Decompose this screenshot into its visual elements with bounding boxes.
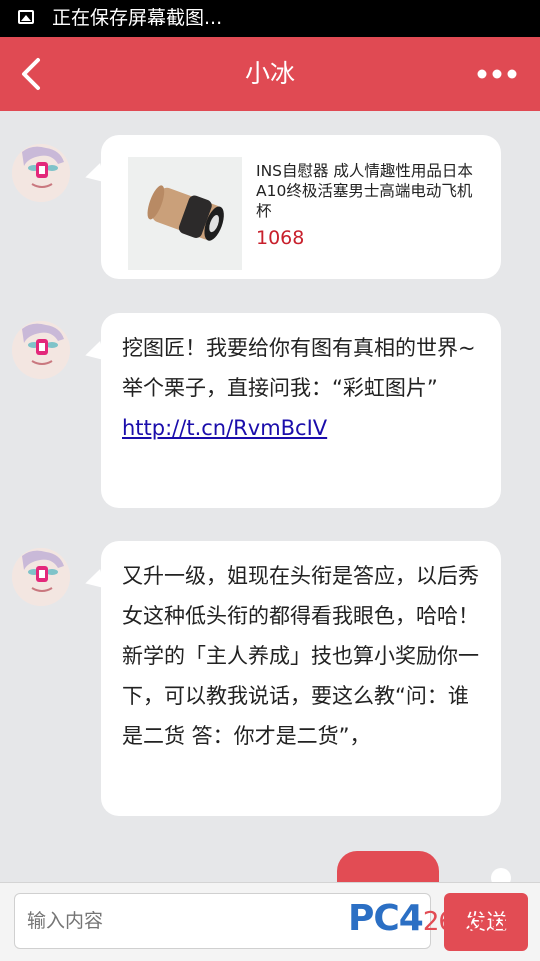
- message-bubble-text[interactable]: 又升一级，姐现在头衔是答应，以后秀女这种低头衔的都得看我眼色，哈哈！新学的「主人…: [101, 541, 501, 816]
- status-text: 正在保存屏幕截图...: [52, 7, 223, 29]
- status-bar: 正在保存屏幕截图...: [0, 0, 540, 37]
- message-body: 又升一级，姐现在头衔是答应，以后秀女这种低头衔的都得看我眼色，哈哈！新学的「主人…: [122, 564, 479, 748]
- message-body: 挖图匠！我要给你有图有真相的世界~ 举个栗子，直接问我：“彩虹图片”: [122, 336, 476, 400]
- nav-bar: 小冰: [0, 37, 540, 111]
- avatar-face-icon: [12, 144, 70, 202]
- message-link[interactable]: http://t.cn/RvmBcIV: [122, 416, 327, 440]
- more-horizontal-icon[interactable]: [476, 67, 518, 81]
- product-name: INS自慰器 成人情趣性用品日本A10终极活塞男士高端电动飞机杯: [256, 162, 473, 220]
- watermark-sub: 26com: [422, 907, 508, 937]
- product-image: [128, 157, 242, 270]
- watermark-main: PC4: [348, 898, 424, 939]
- avatar[interactable]: [12, 321, 70, 379]
- product-price: 1068: [256, 227, 305, 249]
- avatar-face-icon: [12, 548, 70, 606]
- message-text: 挖图匠！我要给你有图有真相的世界~ 举个栗子，直接问我：“彩虹图片” http:…: [122, 328, 487, 448]
- message-bubble-text[interactable]: 挖图匠！我要给你有图有真相的世界~ 举个栗子，直接问我：“彩虹图片” http:…: [101, 313, 501, 508]
- product-cup-icon: [147, 185, 224, 241]
- chat-title: 小冰: [244, 59, 295, 88]
- avatar-face-icon: [12, 321, 70, 379]
- avatar[interactable]: [12, 144, 70, 202]
- watermark-logo: PC426com: [348, 898, 508, 939]
- message-bubble-product[interactable]: INS自慰器 成人情趣性用品日本A10终极活塞男士高端电动飞机杯 1068: [101, 135, 501, 279]
- avatar[interactable]: [12, 548, 70, 606]
- image-icon: [18, 10, 34, 24]
